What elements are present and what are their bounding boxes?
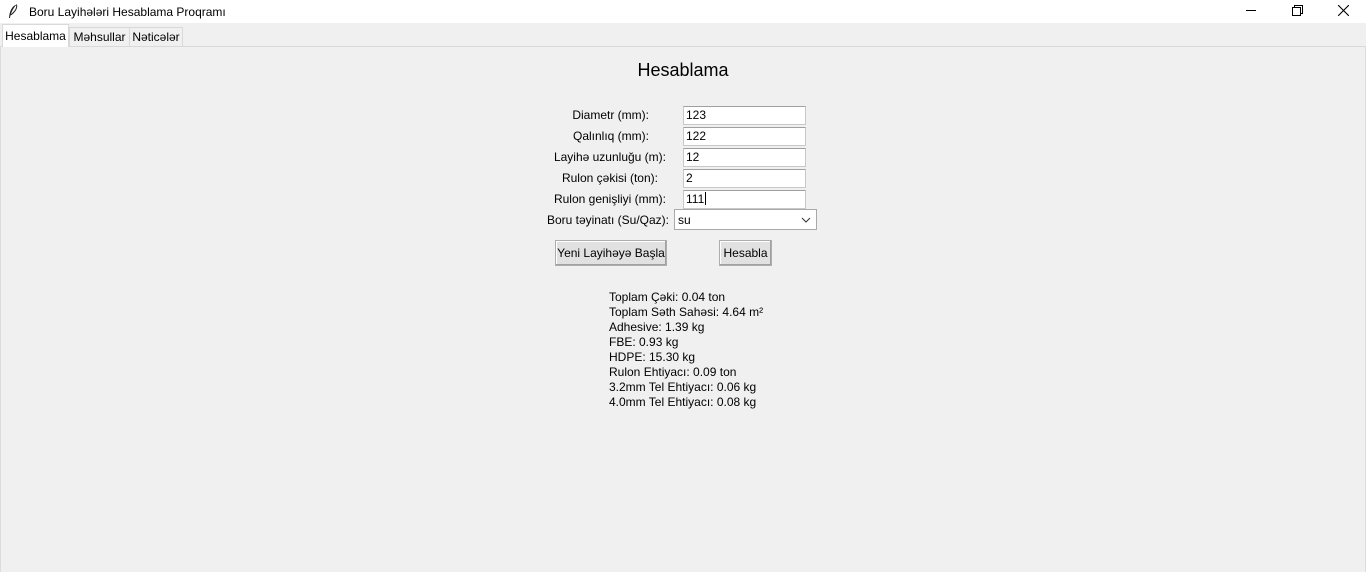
- result-coil-need: Rulon Ehtiyacı: 0.09 ton: [609, 365, 737, 379]
- results-panel: Toplam Çəki: 0.04 ton Toplam Səth Sahəsi…: [609, 290, 763, 410]
- thickness-input[interactable]: 122: [683, 127, 806, 146]
- result-hdpe: HDPE: 15.30 kg: [609, 350, 696, 364]
- calculate-button[interactable]: Hesabla: [719, 240, 772, 266]
- length-label: Layihə uzunluğu (m):: [553, 150, 666, 164]
- coil-weight-label: Rulon çəkisi (ton):: [561, 171, 658, 185]
- tab-neticeler[interactable]: Nəticələr: [129, 27, 183, 46]
- window-title: Boru Layihələri Hesablama Proqramı: [29, 4, 226, 19]
- thickness-label: Qalınlıq (mm):: [572, 129, 649, 143]
- window-controls: [1228, 0, 1366, 23]
- coil-weight-input[interactable]: 2: [683, 169, 806, 188]
- result-total-weight: Toplam Çəki: 0.04 ton: [609, 290, 726, 304]
- minimize-icon: [1245, 3, 1257, 21]
- diameter-label: Diametr (mm):: [572, 108, 649, 122]
- tab-hesablama[interactable]: Hesablama: [2, 24, 69, 47]
- coil-width-input[interactable]: 111: [683, 190, 806, 209]
- result-surface-area: Toplam Səth Sahəsi: 4.64 m²: [609, 305, 764, 319]
- result-adhesive: Adhesive: 1.39 kg: [609, 320, 705, 334]
- coil-width-value: 111: [686, 192, 705, 206]
- title-bar: Boru Layihələri Hesablama Proqramı: [0, 0, 1366, 23]
- feather-icon: [6, 4, 20, 20]
- tab-content: Hesablama Diametr (mm): 123 Qalınlıq (mm…: [0, 47, 1366, 572]
- coil-width-label: Rulon genişliyi (mm):: [553, 192, 666, 206]
- close-button[interactable]: [1320, 0, 1366, 23]
- purpose-label: Boru təyinatı (Su/Qaz):: [546, 213, 669, 227]
- maximize-button[interactable]: [1274, 0, 1320, 23]
- minimize-button[interactable]: [1228, 0, 1274, 23]
- app-window: Boru Layihələri Hesablama Proqramı Hesab…: [0, 0, 1366, 572]
- diameter-input[interactable]: 123: [683, 106, 806, 125]
- close-icon: [1337, 3, 1349, 21]
- result-wire-32: 3.2mm Tel Ehtiyacı: 0.06 kg: [609, 380, 757, 394]
- tab-bar: Hesablama Məhsullar Nəticələr: [0, 23, 1366, 47]
- text-caret: [705, 192, 707, 205]
- chevron-down-icon: [801, 214, 811, 228]
- length-input[interactable]: 12: [683, 148, 806, 167]
- tab-mehsullar[interactable]: Məhsullar: [69, 27, 130, 46]
- result-fbe: FBE: 0.93 kg: [609, 335, 679, 349]
- new-project-button[interactable]: Yeni Layihəyə Başla: [555, 240, 667, 266]
- page-title: Hesablama: [637, 60, 729, 80]
- result-wire-40: 4.0mm Tel Ehtiyacı: 0.08 kg: [609, 395, 757, 409]
- purpose-select[interactable]: su: [674, 209, 817, 230]
- purpose-selected-value: su: [678, 212, 691, 227]
- maximize-icon: [1291, 3, 1303, 21]
